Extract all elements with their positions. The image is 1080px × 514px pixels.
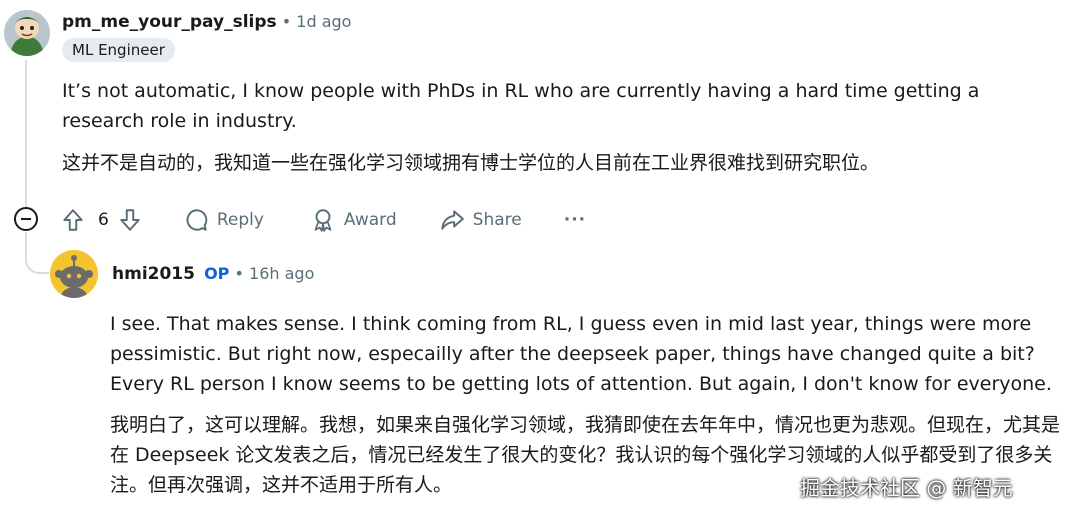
award-label: Award <box>343 210 397 230</box>
downvote-button[interactable] <box>117 207 143 233</box>
timestamp[interactable]: 16h ago <box>249 264 314 283</box>
avatar[interactable] <box>4 10 50 56</box>
more-options-button[interactable]: ··· <box>564 210 586 230</box>
speech-bubble-icon <box>186 209 208 231</box>
username[interactable]: pm_me_your_pay_slips <box>62 12 277 32</box>
username[interactable]: hmi2015 <box>112 264 195 284</box>
share-label: Share <box>472 210 522 230</box>
timestamp[interactable]: 1d ago <box>296 12 351 31</box>
comment-body-en: It’s not automatic, I know people with P… <box>62 80 980 132</box>
collapse-thread-button[interactable] <box>14 207 38 231</box>
comment-header: hmi2015 OP • 16h ago <box>112 264 314 284</box>
share-button[interactable]: Share <box>439 207 522 233</box>
more-dots-icon: ··· <box>563 210 587 230</box>
vote-count: 6 <box>98 210 109 230</box>
comment-body-en: I see. That makes sense. I think coming … <box>110 313 1052 395</box>
comment-body-zh: 这并不是自动的，我知道一些在强化学习领域拥有博士学位的人目前在工业界很难找到研究… <box>62 152 880 174</box>
upvote-button[interactable] <box>60 207 86 233</box>
award-ribbon-icon <box>314 209 332 232</box>
thread-line <box>25 60 27 207</box>
share-arrow-icon <box>440 210 464 230</box>
watermark: 掘金技术社区 @ 新智元 <box>800 476 1013 500</box>
reply-button[interactable]: Reply <box>183 207 264 233</box>
user-flair: ML Engineer <box>62 38 175 62</box>
op-badge: OP <box>204 264 230 283</box>
thread-connector <box>25 232 49 274</box>
reply-label: Reply <box>216 210 264 230</box>
action-bar: 6 Reply Award Share ··· <box>60 206 586 234</box>
minus-icon <box>21 218 31 220</box>
separator-dot: • <box>281 12 297 31</box>
separator-dot: • <box>234 264 250 283</box>
upvote-arrow-icon <box>63 209 83 231</box>
comment-header: pm_me_your_pay_slips • 1d ago <box>62 12 351 32</box>
award-button[interactable]: Award <box>310 207 397 233</box>
avatar[interactable] <box>50 250 98 298</box>
downvote-arrow-icon <box>120 209 140 231</box>
